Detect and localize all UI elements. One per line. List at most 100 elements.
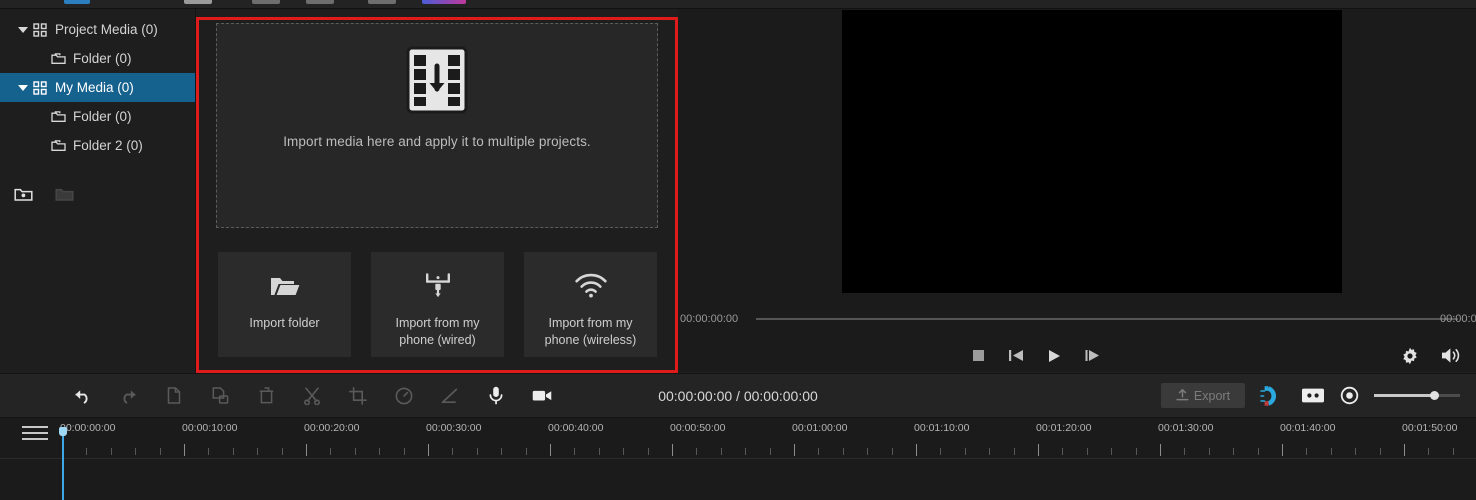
import-buttons-row: Import folder Import from my phone (wire… bbox=[218, 252, 657, 357]
ruler-minor-tick bbox=[1062, 448, 1064, 455]
video-preview-screen[interactable] bbox=[842, 10, 1342, 293]
grid-icon bbox=[30, 22, 50, 37]
zoom-slider-knob[interactable] bbox=[1430, 391, 1440, 400]
zoom-slider-fill bbox=[1374, 394, 1435, 397]
top-tool-5[interactable] bbox=[368, 0, 396, 4]
ruler-label: 00:01:30:00 bbox=[1158, 422, 1214, 434]
import-folder-button[interactable]: Import folder bbox=[218, 252, 351, 357]
undo-icon[interactable] bbox=[72, 385, 92, 407]
ruler-major-tick bbox=[306, 444, 307, 456]
sidebar-item-label: Folder (0) bbox=[73, 51, 132, 66]
export-button[interactable]: Export bbox=[1161, 383, 1245, 408]
microphone-icon[interactable] bbox=[486, 385, 506, 407]
ruler-minor-tick bbox=[354, 448, 356, 455]
record-video-icon[interactable] bbox=[532, 385, 552, 407]
ruler-minor-tick bbox=[1379, 448, 1381, 455]
new-folder-icon[interactable] bbox=[14, 186, 33, 202]
snap-magnet-icon[interactable] bbox=[1260, 385, 1286, 407]
ruler-minor-tick bbox=[842, 448, 844, 455]
ruler-major-tick bbox=[672, 444, 673, 456]
scrubber-track[interactable] bbox=[756, 318, 1458, 320]
next-frame-button[interactable] bbox=[1085, 349, 1100, 362]
ruler-minor-tick bbox=[1306, 448, 1308, 455]
ruler-minor-tick bbox=[1135, 448, 1137, 455]
speed-icon bbox=[394, 385, 414, 407]
delete-folder-icon bbox=[55, 186, 74, 202]
ruler-minor-tick bbox=[1111, 448, 1113, 455]
ruler-minor-tick bbox=[159, 448, 161, 455]
settings-gear-icon[interactable] bbox=[1401, 347, 1419, 365]
top-tool-3[interactable] bbox=[252, 0, 280, 4]
sidebar-item-project-media[interactable]: Project Media (0) bbox=[0, 15, 195, 44]
ruler-minor-tick bbox=[867, 448, 869, 455]
ruler-major-tick bbox=[916, 444, 917, 456]
ruler-minor-tick bbox=[745, 448, 747, 455]
ruler-minor-tick bbox=[1355, 448, 1357, 455]
ruler-minor-tick bbox=[257, 448, 259, 455]
media-import-pane: Import media here and apply it to multip… bbox=[196, 9, 674, 372]
edit-tool-group bbox=[72, 385, 552, 407]
ruler-minor-tick bbox=[720, 448, 722, 455]
play-button[interactable] bbox=[1048, 349, 1061, 363]
import-phone-wireless-button[interactable]: Import from my phone (wireless) bbox=[524, 252, 657, 357]
dropzone-text: Import media here and apply it to multip… bbox=[283, 134, 591, 149]
ruler-minor-tick bbox=[403, 448, 405, 455]
zoom-slider-track[interactable] bbox=[1374, 391, 1460, 400]
wifi-icon bbox=[574, 269, 608, 303]
chevron-down-icon[interactable] bbox=[16, 84, 30, 92]
grid-icon bbox=[30, 80, 50, 95]
playhead[interactable] bbox=[59, 427, 67, 500]
marker-icon[interactable] bbox=[1301, 387, 1325, 404]
sidebar-item-label: My Media (0) bbox=[55, 80, 134, 95]
crop-icon bbox=[348, 385, 368, 407]
menu-line bbox=[22, 432, 48, 434]
ruler-major-tick bbox=[1282, 444, 1283, 456]
hamburger-menu-icon[interactable] bbox=[22, 422, 48, 444]
export-label: Export bbox=[1193, 388, 1231, 403]
stop-button[interactable] bbox=[972, 349, 985, 362]
top-tool-2[interactable] bbox=[184, 0, 212, 4]
sidebar-item-label: Folder (0) bbox=[73, 109, 132, 124]
sidebar-item-folder-2[interactable]: Folder (0) bbox=[0, 102, 195, 131]
film-import-icon bbox=[406, 46, 468, 114]
import-phone-wired-button[interactable]: Import from my phone (wired) bbox=[371, 252, 504, 357]
top-tool-ai[interactable] bbox=[422, 0, 466, 4]
ruler-minor-tick bbox=[452, 448, 454, 455]
sidebar-item-my-media[interactable]: My Media (0) bbox=[0, 73, 195, 102]
ruler-minor-tick bbox=[1208, 448, 1210, 455]
ruler-minor-tick bbox=[891, 448, 893, 455]
folder-icon bbox=[48, 139, 68, 152]
ruler-minor-tick bbox=[647, 448, 649, 455]
ruler-minor-tick bbox=[1013, 448, 1015, 455]
import-dropzone[interactable]: Import media here and apply it to multip… bbox=[216, 23, 658, 228]
delete-icon bbox=[256, 385, 276, 407]
timeline-zoom-slider[interactable] bbox=[1374, 391, 1460, 400]
export-upload-icon bbox=[1176, 389, 1189, 402]
sidebar-item-folder-3[interactable]: Folder 2 (0) bbox=[0, 131, 195, 160]
split-icon bbox=[302, 385, 322, 407]
ruler-minor-tick bbox=[574, 448, 576, 455]
timeline-ruler[interactable]: 00:00:00:00 00:00:10:00 00:00:20:00 00:00:3… bbox=[60, 418, 1476, 458]
ruler-minor-tick bbox=[696, 448, 698, 455]
top-tool-4[interactable] bbox=[306, 0, 334, 4]
zoom-to-fit-icon[interactable] bbox=[1340, 386, 1359, 405]
chevron-down-icon[interactable] bbox=[16, 26, 30, 34]
volume-icon[interactable] bbox=[1441, 347, 1462, 364]
timeline-panel: 00:00:00:00 00:00:10:00 00:00:20:00 00:00:3… bbox=[0, 418, 1476, 500]
timeline-tracks-area[interactable] bbox=[0, 458, 1476, 500]
phone-wired-icon bbox=[425, 269, 451, 303]
ruler-major-tick bbox=[550, 444, 551, 456]
top-tool-1[interactable] bbox=[64, 0, 90, 4]
edit-toolbar: 00:00:00:00 / 00:00:00:00 Export bbox=[0, 373, 1476, 418]
ruler-minor-tick bbox=[1428, 448, 1430, 455]
keyframe-icon bbox=[440, 385, 460, 407]
preview-scrubber[interactable]: 00:00:00:00 00:00:0 bbox=[678, 306, 1476, 332]
sidebar-item-folder-1[interactable]: Folder (0) bbox=[0, 44, 195, 73]
sidebar-footer bbox=[0, 177, 196, 211]
ruler-minor-tick bbox=[110, 448, 112, 455]
ruler-minor-tick bbox=[1184, 448, 1186, 455]
ruler-minor-tick bbox=[1086, 448, 1088, 455]
ruler-minor-tick bbox=[1330, 448, 1332, 455]
previous-frame-button[interactable] bbox=[1009, 349, 1024, 362]
ruler-minor-tick bbox=[769, 448, 771, 455]
